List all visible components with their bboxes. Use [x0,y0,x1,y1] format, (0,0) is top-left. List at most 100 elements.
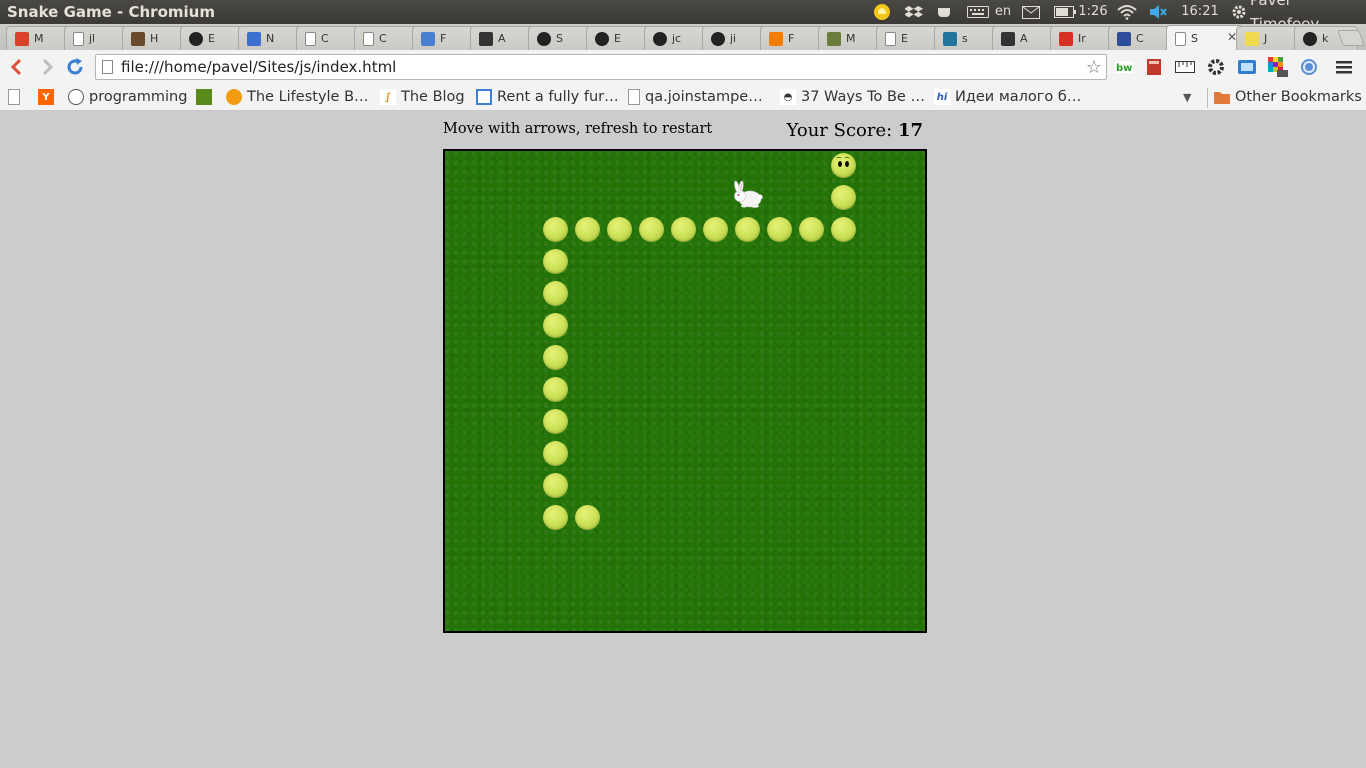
battery-icon[interactable] [1053,0,1077,24]
page-icon [363,31,374,46]
snake-segment [831,217,856,242]
swirl-icon: ∫ [380,89,396,105]
tab-12[interactable]: ji [702,26,766,50]
cup-icon[interactable] [933,0,957,24]
gear-icon[interactable] [1229,0,1249,24]
wifi-icon[interactable] [1115,0,1139,24]
bookmark-4[interactable]: The Lifestyle B… [226,87,369,107]
bookmark-9[interactable]: hi Идеи малого б… [934,87,1081,107]
tab-label: F [440,32,447,45]
bookmark-8[interactable]: ◓ 37 Ways To Be … [780,87,925,107]
folder-icon [1214,89,1230,105]
tab-11[interactable]: jc [644,26,708,50]
volume-muted-icon[interactable] [1146,0,1170,24]
tab-label: Ir [1078,32,1086,45]
bookmark-3[interactable] [196,87,217,107]
tab-label: S [1191,32,1198,45]
bookmark-star-icon[interactable]: ☆ [1086,56,1102,80]
new-tab-button[interactable] [1337,30,1365,46]
os-top-panel: Snake Game - Chromium en 1:26 16:21 Pave… [0,0,1366,33]
other-bookmarks[interactable]: Other Bookmarks [1214,87,1362,107]
js-icon [1245,31,1259,46]
page-icon [885,31,896,46]
extension-screenshot-icon[interactable] [1237,57,1257,77]
back-button[interactable] [5,55,29,79]
tab-19[interactable]: C [1108,26,1172,50]
bookmark-2[interactable]: programming [68,87,187,107]
sun-icon [226,89,242,105]
tab-0[interactable]: M [6,26,70,50]
reload-button[interactable] [63,55,87,79]
tab-21[interactable]: J [1236,26,1300,50]
keyboard-layout[interactable]: en [992,0,1014,24]
calendar-icon [476,89,492,105]
bookmark-label: 37 Ways To Be … [801,89,925,105]
menu-icon[interactable] [1334,57,1354,77]
tab-6[interactable]: C [354,26,418,50]
github-icon [711,31,725,46]
notification-icon[interactable] [870,0,894,24]
tab-20[interactable]: S ✕ [1166,25,1244,51]
extension-bw-icon[interactable]: bw [1114,57,1134,77]
tab-label: S [556,32,563,45]
mail-icon[interactable] [1019,0,1043,24]
user-name[interactable]: Pavel Timofeev [1250,0,1362,33]
basketball-icon [15,31,29,46]
game-board[interactable] [443,149,927,633]
tab-14[interactable]: M [818,26,882,50]
bookmark-0[interactable] [8,87,25,107]
tab-label: ji [730,32,737,45]
reddit-icon [68,89,84,105]
snake-segment [639,217,664,242]
tab-label: A [498,32,506,45]
snake-segment [767,217,792,242]
snake-eye [838,161,842,167]
o-icon [479,31,493,46]
github-icon [653,31,667,46]
extension-ruler-icon[interactable] [1175,57,1195,77]
tab-18[interactable]: Ir [1050,26,1114,50]
other-bookmarks-label: Other Bookmarks [1235,89,1362,105]
snake-segment [735,217,760,242]
keyboard-icon[interactable] [965,0,991,24]
tab-13[interactable]: F [760,26,824,50]
tab-15[interactable]: E [876,26,940,50]
tab-2[interactable]: H [122,26,186,50]
tab-17[interactable]: A [992,26,1056,50]
bookmarks-overflow-chevron-icon[interactable]: ▼ [1183,91,1191,104]
bookmark-7[interactable]: qa.joinstampe… [628,87,763,107]
tab-label: C [379,32,387,45]
extension-globe-icon[interactable] [1299,57,1319,77]
tab-1[interactable]: jl [64,26,128,50]
address-bar[interactable]: file:///home/pavel/Sites/js/index.html ☆ [95,54,1107,80]
dropbox-icon[interactable] [903,0,925,24]
forward-button[interactable] [35,55,59,79]
bookmark-6[interactable]: Rent a fully fur… [476,87,619,107]
extension-book-icon[interactable] [1144,57,1164,77]
snake-head [831,153,856,178]
bookmark-label: Идеи малого б… [955,89,1082,105]
bookmark-label: Rent a fully fur… [497,89,619,105]
score-value: 17 [897,120,923,141]
tab-label: N [266,32,275,45]
horse-icon [131,31,145,46]
tab-4[interactable]: N [238,26,302,50]
tab-16[interactable]: s [934,26,998,50]
tab-label: C [1136,32,1144,45]
tab-10[interactable]: E [586,26,650,50]
clock[interactable]: 16:21 [1178,0,1222,24]
github-icon [537,31,551,46]
extension-settings-icon[interactable] [1206,57,1226,77]
extension-color-picker-icon[interactable] [1268,57,1288,77]
tab-8[interactable]: A [470,26,534,50]
snake-segment [543,441,568,466]
bookmark-5[interactable]: ∫ The Blog [380,87,465,107]
tab-3[interactable]: E [180,26,244,50]
bookmark-1[interactable]: Y [38,87,59,107]
tab-5[interactable]: C [296,26,360,50]
tab-9[interactable]: S [528,26,592,50]
snake-segment [543,377,568,402]
tab-7[interactable]: F [412,26,476,50]
snake-segment [543,345,568,370]
svg-text:bw: bw [1116,63,1132,73]
